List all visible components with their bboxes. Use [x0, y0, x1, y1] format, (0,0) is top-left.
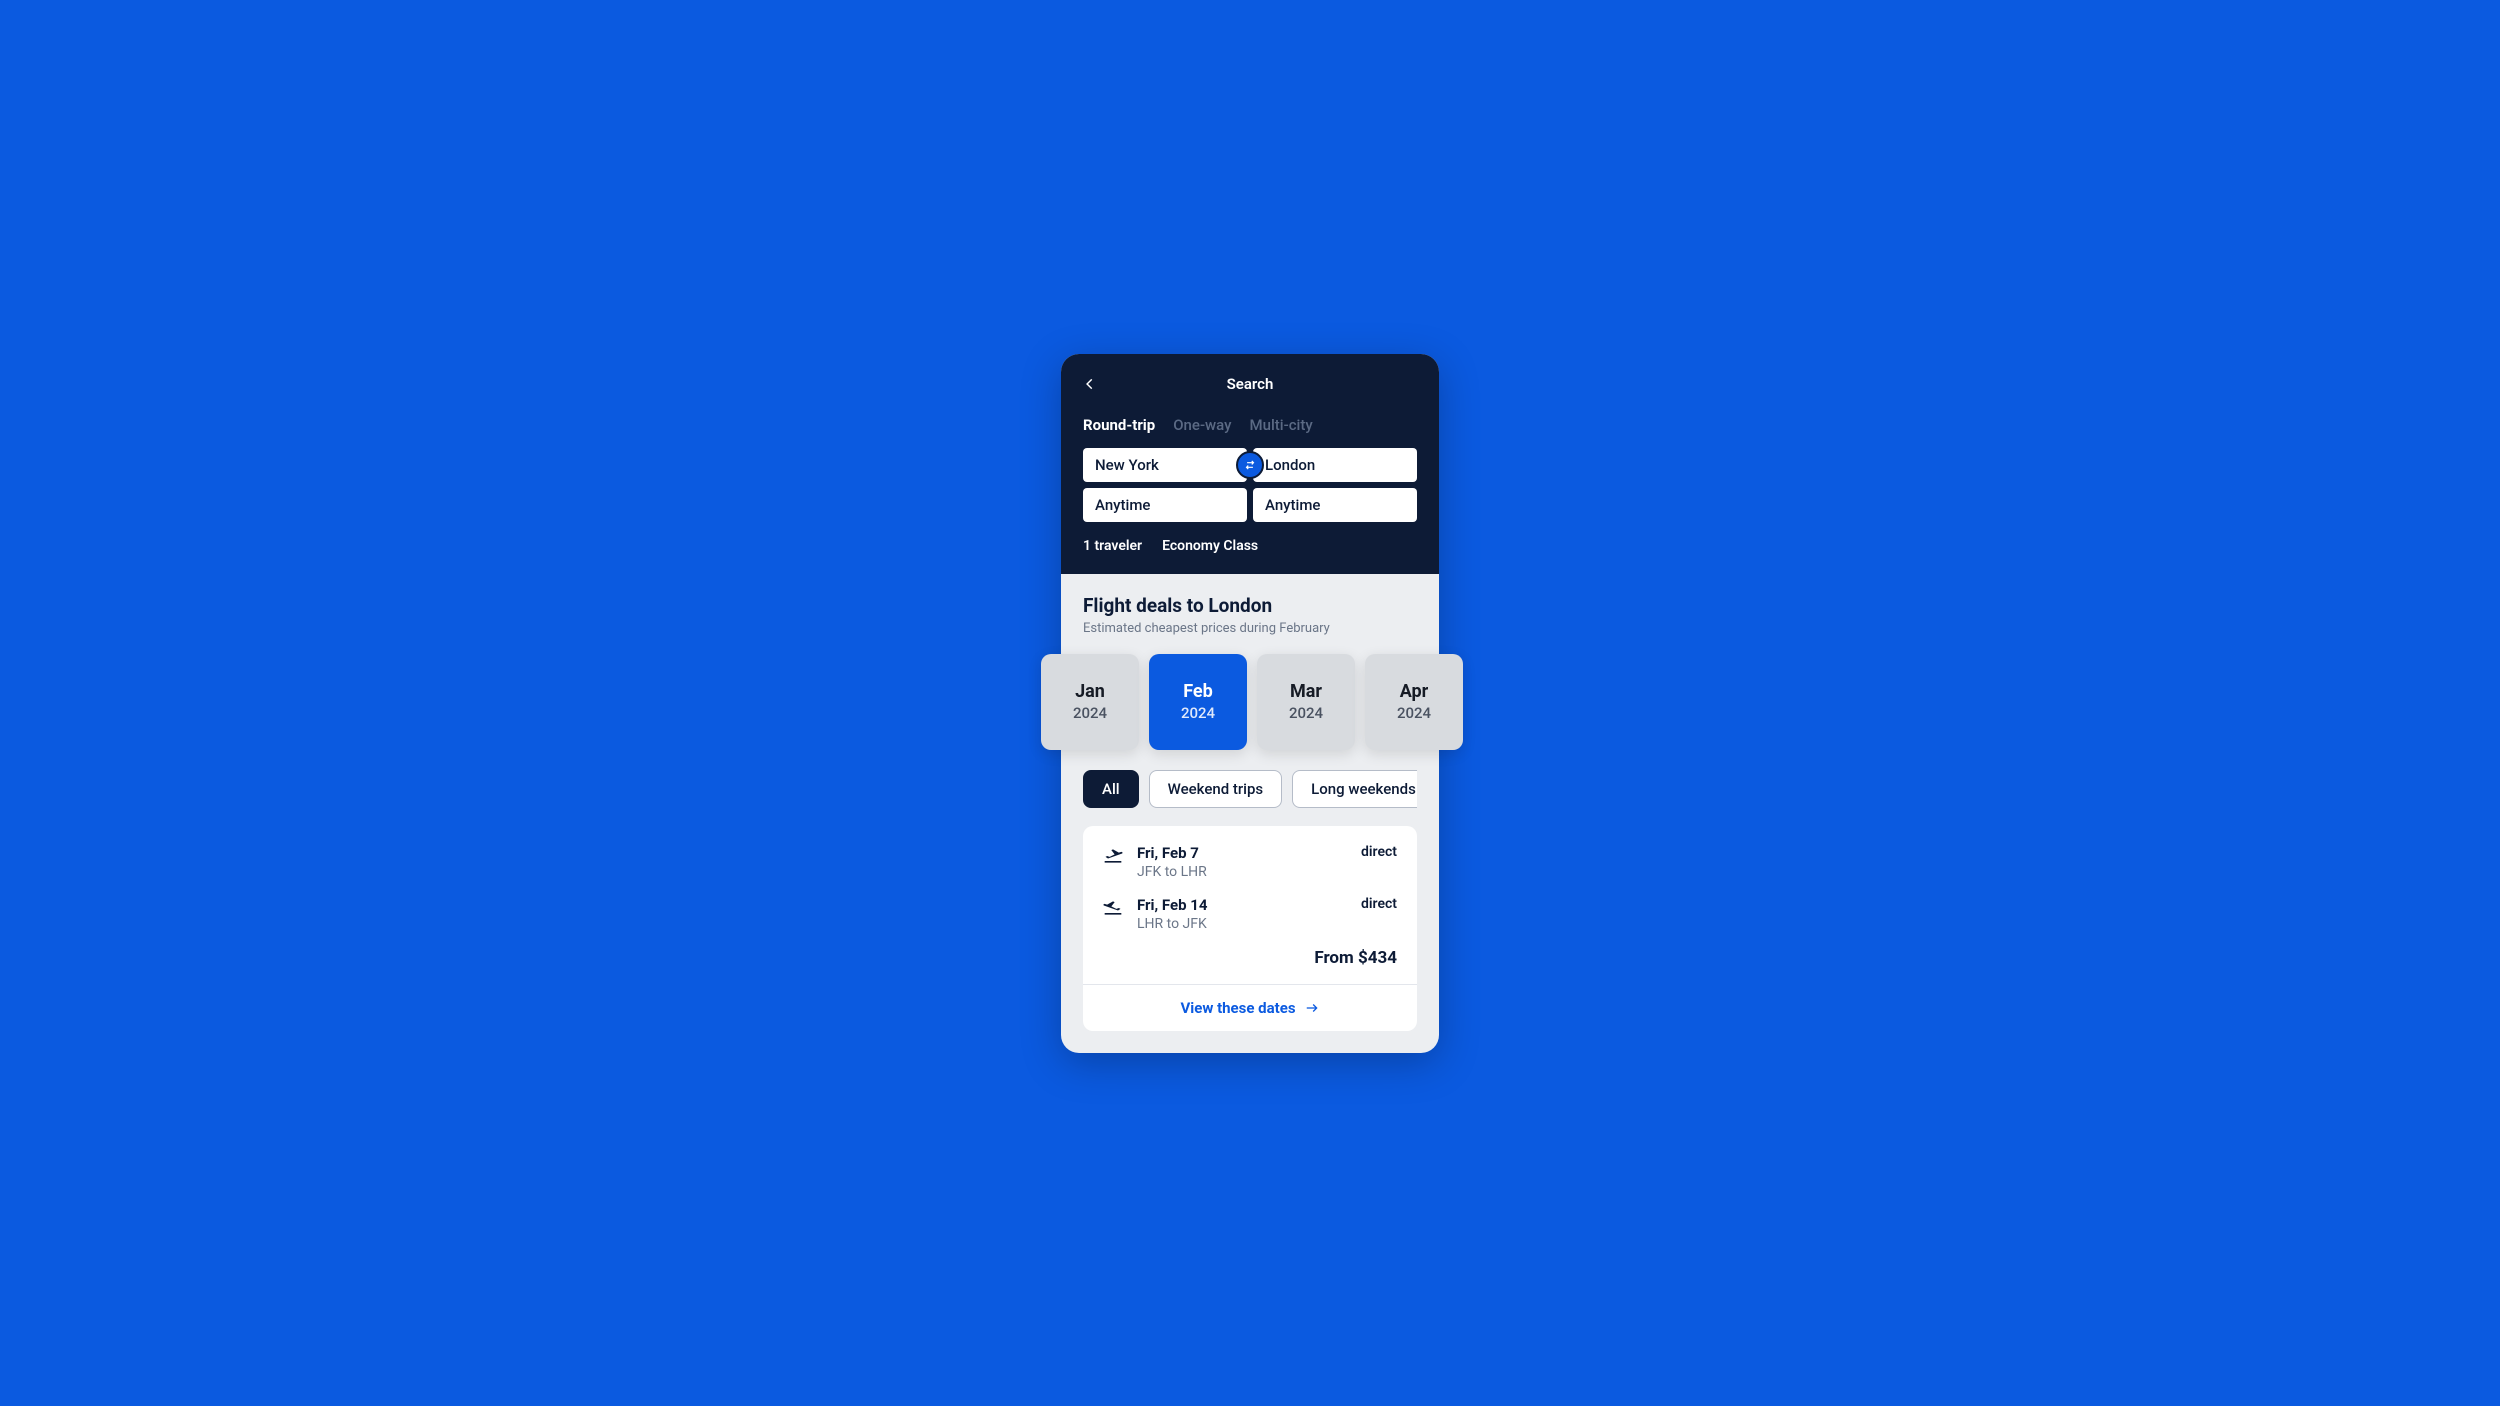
date-row: Anytime Anytime: [1083, 488, 1417, 522]
month-year: 2024: [1289, 704, 1323, 722]
return-date-field[interactable]: Anytime: [1253, 488, 1417, 522]
arrow-right-icon: [1304, 1001, 1320, 1015]
outbound-type: direct: [1361, 844, 1397, 860]
deal-price: From $434: [1103, 948, 1397, 968]
month-feb[interactable]: Feb 2024: [1149, 654, 1247, 750]
options-row: 1 traveler Economy Class: [1083, 538, 1417, 554]
outbound-leg: Fri, Feb 7 JFK to LHR direct: [1103, 844, 1397, 880]
plane-return-icon: [1103, 898, 1125, 918]
outbound-route: JFK to LHR: [1137, 864, 1349, 880]
inbound-date: Fri, Feb 14: [1137, 896, 1349, 914]
month-name: Mar: [1290, 681, 1322, 702]
month-mar[interactable]: Mar 2024: [1257, 654, 1355, 750]
tab-one-way[interactable]: One-way: [1173, 416, 1231, 434]
depart-date-field[interactable]: Anytime: [1083, 488, 1247, 522]
month-year: 2024: [1181, 704, 1215, 722]
travelers-button[interactable]: 1 traveler: [1083, 538, 1142, 554]
month-apr[interactable]: Apr 2024: [1365, 654, 1463, 750]
deal-card-body: Fri, Feb 7 JFK to LHR direct Fri, Feb 14…: [1083, 826, 1417, 984]
month-name: Jan: [1075, 681, 1105, 702]
cabin-class-button[interactable]: Economy Class: [1162, 538, 1258, 554]
plane-depart-icon: [1103, 846, 1125, 866]
search-screen: Search Round-trip One-way Multi-city New…: [1061, 354, 1439, 1053]
inbound-main: Fri, Feb 14 LHR to JFK: [1137, 896, 1349, 932]
filter-row: All Weekend trips Long weekends: [1083, 770, 1417, 808]
deals-subtitle: Estimated cheapest prices during Februar…: [1083, 621, 1417, 636]
trip-type-tabs: Round-trip One-way Multi-city: [1083, 416, 1417, 434]
content: Flight deals to London Estimated cheapes…: [1061, 574, 1439, 1053]
view-dates-label: View these dates: [1180, 999, 1295, 1017]
swap-icon: [1243, 458, 1257, 472]
inbound-leg: Fri, Feb 14 LHR to JFK direct: [1103, 896, 1397, 932]
swap-button[interactable]: [1236, 451, 1264, 479]
destination-field[interactable]: London: [1253, 448, 1417, 482]
view-dates-button[interactable]: View these dates: [1083, 984, 1417, 1031]
filter-weekend-trips[interactable]: Weekend trips: [1149, 770, 1283, 808]
back-button[interactable]: [1083, 372, 1107, 396]
chevron-left-icon: [1083, 377, 1097, 391]
outbound-main: Fri, Feb 7 JFK to LHR: [1137, 844, 1349, 880]
outbound-date: Fri, Feb 7: [1137, 844, 1349, 862]
city-row: New York London: [1083, 448, 1417, 482]
origin-field[interactable]: New York: [1083, 448, 1247, 482]
page-title: Search: [1227, 375, 1274, 393]
month-year: 2024: [1397, 704, 1431, 722]
tab-round-trip[interactable]: Round-trip: [1083, 416, 1155, 434]
filter-long-weekends[interactable]: Long weekends: [1292, 770, 1417, 808]
month-selector: Jan 2024 Feb 2024 Mar 2024 Apr 2024: [1041, 654, 1459, 750]
deal-card[interactable]: Fri, Feb 7 JFK to LHR direct Fri, Feb 14…: [1083, 826, 1417, 1031]
month-name: Apr: [1400, 681, 1429, 702]
month-jan[interactable]: Jan 2024: [1041, 654, 1139, 750]
inbound-type: direct: [1361, 896, 1397, 912]
header-top: Search: [1083, 372, 1417, 396]
filter-all[interactable]: All: [1083, 770, 1139, 808]
deals-title: Flight deals to London: [1083, 594, 1417, 617]
month-year: 2024: [1073, 704, 1107, 722]
inbound-route: LHR to JFK: [1137, 916, 1349, 932]
month-name: Feb: [1183, 681, 1213, 702]
search-header: Search Round-trip One-way Multi-city New…: [1061, 354, 1439, 574]
tab-multi-city[interactable]: Multi-city: [1250, 416, 1313, 434]
